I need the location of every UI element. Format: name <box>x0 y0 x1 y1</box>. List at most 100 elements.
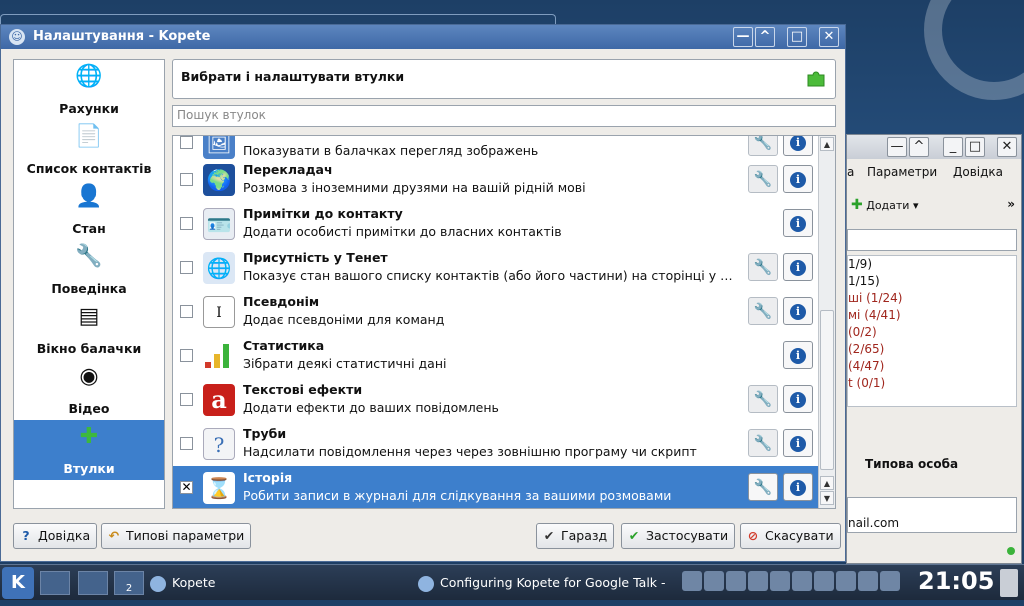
plugin-checkbox[interactable] <box>180 136 193 149</box>
desktop-icon[interactable] <box>40 571 70 595</box>
kopete-tray-icon[interactable] <box>880 571 900 591</box>
menu-settings[interactable]: Параметри <box>867 165 937 179</box>
tray-icon[interactable] <box>770 571 790 591</box>
scroll-up-arrow-icon[interactable]: ▲ <box>820 476 834 490</box>
sidebar-item-behavior[interactable]: 🔧 Поведінка <box>14 240 164 300</box>
menu-help[interactable]: Довідка <box>953 165 1003 179</box>
plugin-info-button[interactable]: i <box>783 253 813 281</box>
plugin-row-web-presence[interactable]: 🌐 Присутність у Тенет Показує стан вашог… <box>173 246 819 290</box>
tray-icon[interactable] <box>726 571 746 591</box>
group-item[interactable]: ші (1/24) <box>848 290 1016 307</box>
plugin-search-input[interactable]: Пошук втулок <box>172 105 836 127</box>
defaults-button[interactable]: ↶ Типові параметри <box>101 523 252 549</box>
group-item[interactable]: 1/9) <box>848 256 1016 273</box>
info-icon: i <box>790 392 806 408</box>
configure-plugin-button[interactable]: 🔧 <box>748 473 778 501</box>
sidebar-item-plugins[interactable]: ✚ Втулки <box>14 420 164 480</box>
sidebar-item-status[interactable]: 👤 Стан <box>14 180 164 240</box>
task-kopete[interactable]: Kopete <box>150 571 400 595</box>
pipes-icon: ? <box>203 428 235 460</box>
menu-fragment[interactable]: а <box>847 165 854 179</box>
keep-above-button[interactable]: ^ <box>755 27 775 47</box>
menu-window-button[interactable]: — <box>887 137 907 157</box>
ok-button[interactable]: ✔ Гаразд <box>536 523 615 549</box>
sidebar-item-contact-list[interactable]: 📄 Список контактів <box>14 120 164 180</box>
close-button[interactable]: ✕ <box>819 27 839 47</box>
sidebar-item-accounts[interactable]: 🌐 Рахунки <box>14 60 164 120</box>
scroll-down-arrow-icon[interactable]: ▼ <box>820 491 834 505</box>
maximize-button[interactable]: □ <box>787 27 807 47</box>
apply-button[interactable]: ✔ Застосувати <box>621 523 736 549</box>
plugin-checkbox[interactable] <box>180 173 193 186</box>
plugin-info-button[interactable]: i <box>783 136 813 156</box>
tray-icon[interactable] <box>858 571 878 591</box>
window-menu-button[interactable]: — <box>733 27 753 47</box>
toolbar-overflow-icon[interactable]: » <box>1007 197 1015 211</box>
help-button[interactable]: ? Довідка <box>13 523 98 549</box>
sidebar-item-chat-window[interactable]: ▤ Вікно балачки <box>14 300 164 360</box>
tray-icon[interactable] <box>704 571 724 591</box>
sidebar-item-label: Вікно балачки <box>36 341 142 356</box>
tray-icon[interactable] <box>748 571 768 591</box>
clock[interactable]: 21:05 <box>918 567 994 595</box>
help-icon: ? <box>22 528 30 543</box>
plugin-checkbox[interactable] <box>180 305 193 318</box>
identity-name: Типова особа <box>865 457 959 471</box>
plugin-info-button[interactable]: i <box>783 385 813 413</box>
file-manager-icon[interactable] <box>78 571 108 595</box>
plugin-row-contact-notes[interactable]: 🪪 Примітки до контакту Додати особисті п… <box>173 202 819 246</box>
pager-desktop-2[interactable]: 2 <box>114 571 144 595</box>
scroll-up-arrow-icon[interactable]: ▲ <box>820 137 834 151</box>
kopete-main-window[interactable]: — ^ _ □ ✕ а Параметри Довідка ✚ Додати ▾… <box>846 134 1022 564</box>
sidebar-item-video[interactable]: ◉ Відео <box>14 360 164 420</box>
plugin-info-button[interactable]: i <box>783 165 813 193</box>
keep-above-window-button[interactable]: ^ <box>909 137 929 157</box>
tray-icon[interactable] <box>814 571 834 591</box>
add-contact-button[interactable]: ✚ Додати ▾ <box>851 197 919 213</box>
plugins-header: Вибрати і налаштувати втулки <box>172 59 836 99</box>
plugin-checkbox[interactable] <box>180 393 193 406</box>
plugin-info-button[interactable]: i <box>783 209 813 237</box>
keyboard-layout-icon[interactable] <box>682 571 702 591</box>
plugin-checkbox[interactable] <box>180 261 193 274</box>
plugin-info-button[interactable]: i <box>783 297 813 325</box>
group-item[interactable]: 1/15) <box>848 273 1016 290</box>
plugin-info-button[interactable]: i <box>783 429 813 457</box>
group-item[interactable]: (4/47) <box>848 358 1016 375</box>
plugin-checkbox[interactable] <box>180 349 193 362</box>
k-menu-button[interactable]: K <box>2 567 34 599</box>
info-icon: i <box>790 436 806 452</box>
close-window-button[interactable]: ✕ <box>997 137 1017 157</box>
plugin-row-translator[interactable]: 🌍 Перекладач Розмова з іноземними друзям… <box>173 158 819 202</box>
tray-icon[interactable] <box>792 571 812 591</box>
plugin-info-button[interactable]: i <box>783 473 813 501</box>
kopete-app-icon[interactable]: ☺ <box>9 29 25 45</box>
trash-icon[interactable] <box>1000 569 1018 597</box>
plugin-row-alias[interactable]: I Псевдонім Додає псевдоніми для команд … <box>173 290 819 334</box>
plugin-row-text-effects[interactable]: a Текстові ефекти Додати ефекти до ваших… <box>173 378 819 422</box>
online-status-icon[interactable] <box>1007 547 1015 555</box>
plugin-row-statistics[interactable]: Статистика Зібрати деякі статистичні дан… <box>173 334 819 378</box>
plugin-list-scrollbar[interactable]: ▲ ▲ ▼ <box>818 136 835 508</box>
dialog-titlebar[interactable]: ☺ Налаштування - Kopete — ^ □ ✕ <box>1 25 845 49</box>
plugin-checkbox-checked[interactable]: ✕ <box>180 481 193 494</box>
group-item[interactable]: мі (4/41) <box>848 307 1016 324</box>
cancel-button[interactable]: ⊘ Скасувати <box>740 523 841 549</box>
minimize-window-button[interactable]: _ <box>943 137 963 157</box>
maximize-window-button[interactable]: □ <box>965 137 985 157</box>
plugin-checkbox[interactable] <box>180 437 193 450</box>
tray-icon[interactable] <box>836 571 856 591</box>
kopete-main-titlebar[interactable]: — ^ _ □ ✕ <box>847 135 1021 159</box>
contact-groups-list[interactable]: 1/9) 1/15) ші (1/24) мі (4/41) (0/2) (2/… <box>847 255 1017 407</box>
plugin-checkbox[interactable] <box>180 217 193 230</box>
plugin-row-pipes[interactable]: ? Труби Надсилати повідомлення через чер… <box>173 422 819 466</box>
group-item[interactable]: (2/65) <box>848 341 1016 358</box>
task-browser[interactable]: Configuring Kopete for Google Talk - G <box>418 571 668 595</box>
plugin-row-history[interactable]: ✕ ⌛ Історія Робити записи в журналі для … <box>173 466 819 508</box>
group-item[interactable]: t (0/1) <box>848 375 1016 392</box>
wrench-icon: 🔧 <box>75 244 103 269</box>
scrollbar-thumb[interactable] <box>820 310 834 470</box>
group-item[interactable]: (0/2) <box>848 324 1016 341</box>
plugin-info-button[interactable]: i <box>783 341 813 369</box>
contact-search-input[interactable] <box>847 229 1017 251</box>
